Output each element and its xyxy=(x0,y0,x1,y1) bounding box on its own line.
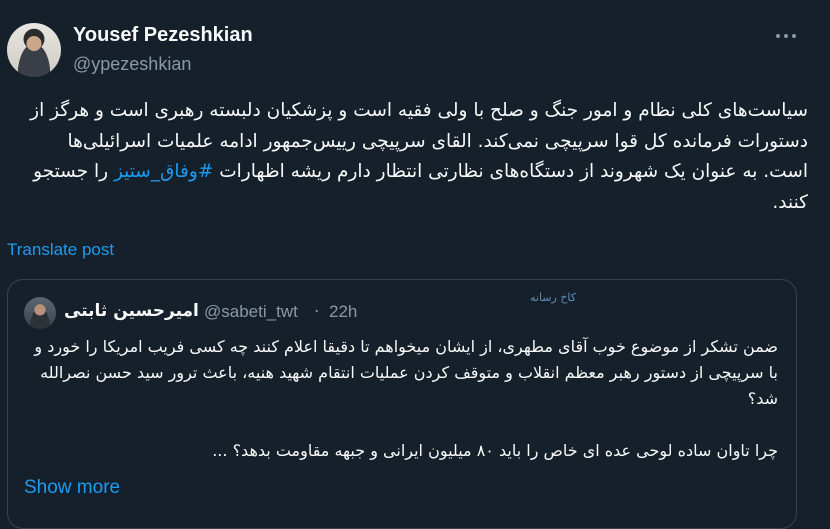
author-handle[interactable]: @ypezeshkian xyxy=(73,54,191,75)
more-horizontal-icon[interactable] xyxy=(774,26,798,46)
quoted-author-name[interactable]: امیرحسین ثابتی xyxy=(64,301,199,321)
quoted-tweet[interactable]: کاخ رسانه امیرحسین ثابتی @sabeti_twt · 2… xyxy=(7,279,797,529)
translate-post-link[interactable]: Translate post xyxy=(7,240,114,260)
quoted-author-avatar[interactable] xyxy=(24,297,56,329)
meta-separator: · xyxy=(314,302,320,322)
watermark-text: کاخ رسانه xyxy=(530,291,577,304)
quoted-author-handle[interactable]: @sabeti_twt xyxy=(204,302,298,322)
quoted-paragraph-1: ضمن تشکر از موضوع خوب آقای مطهری، از ایش… xyxy=(34,337,778,408)
quoted-paragraph-2: چرا تاوان ساده لوحی عده ای خاص را باید ۸… xyxy=(212,441,778,460)
author-avatar[interactable] xyxy=(7,23,61,77)
show-more-link[interactable]: Show more xyxy=(24,477,120,499)
hashtag-link[interactable]: #وفاق_ستیز xyxy=(114,161,213,182)
quoted-timestamp[interactable]: 22h xyxy=(329,302,357,322)
tweet-card: Yousef Pezeshkian @ypezeshkian سیاست‌های… xyxy=(0,0,830,529)
quoted-text: ضمن تشکر از موضوع خوب آقای مطهری، از ایش… xyxy=(28,334,778,464)
author-display-name[interactable]: Yousef Pezeshkian xyxy=(73,24,253,47)
tweet-text: سیاست‌های کلی نظام و امور جنگ و صلح با و… xyxy=(18,96,808,218)
